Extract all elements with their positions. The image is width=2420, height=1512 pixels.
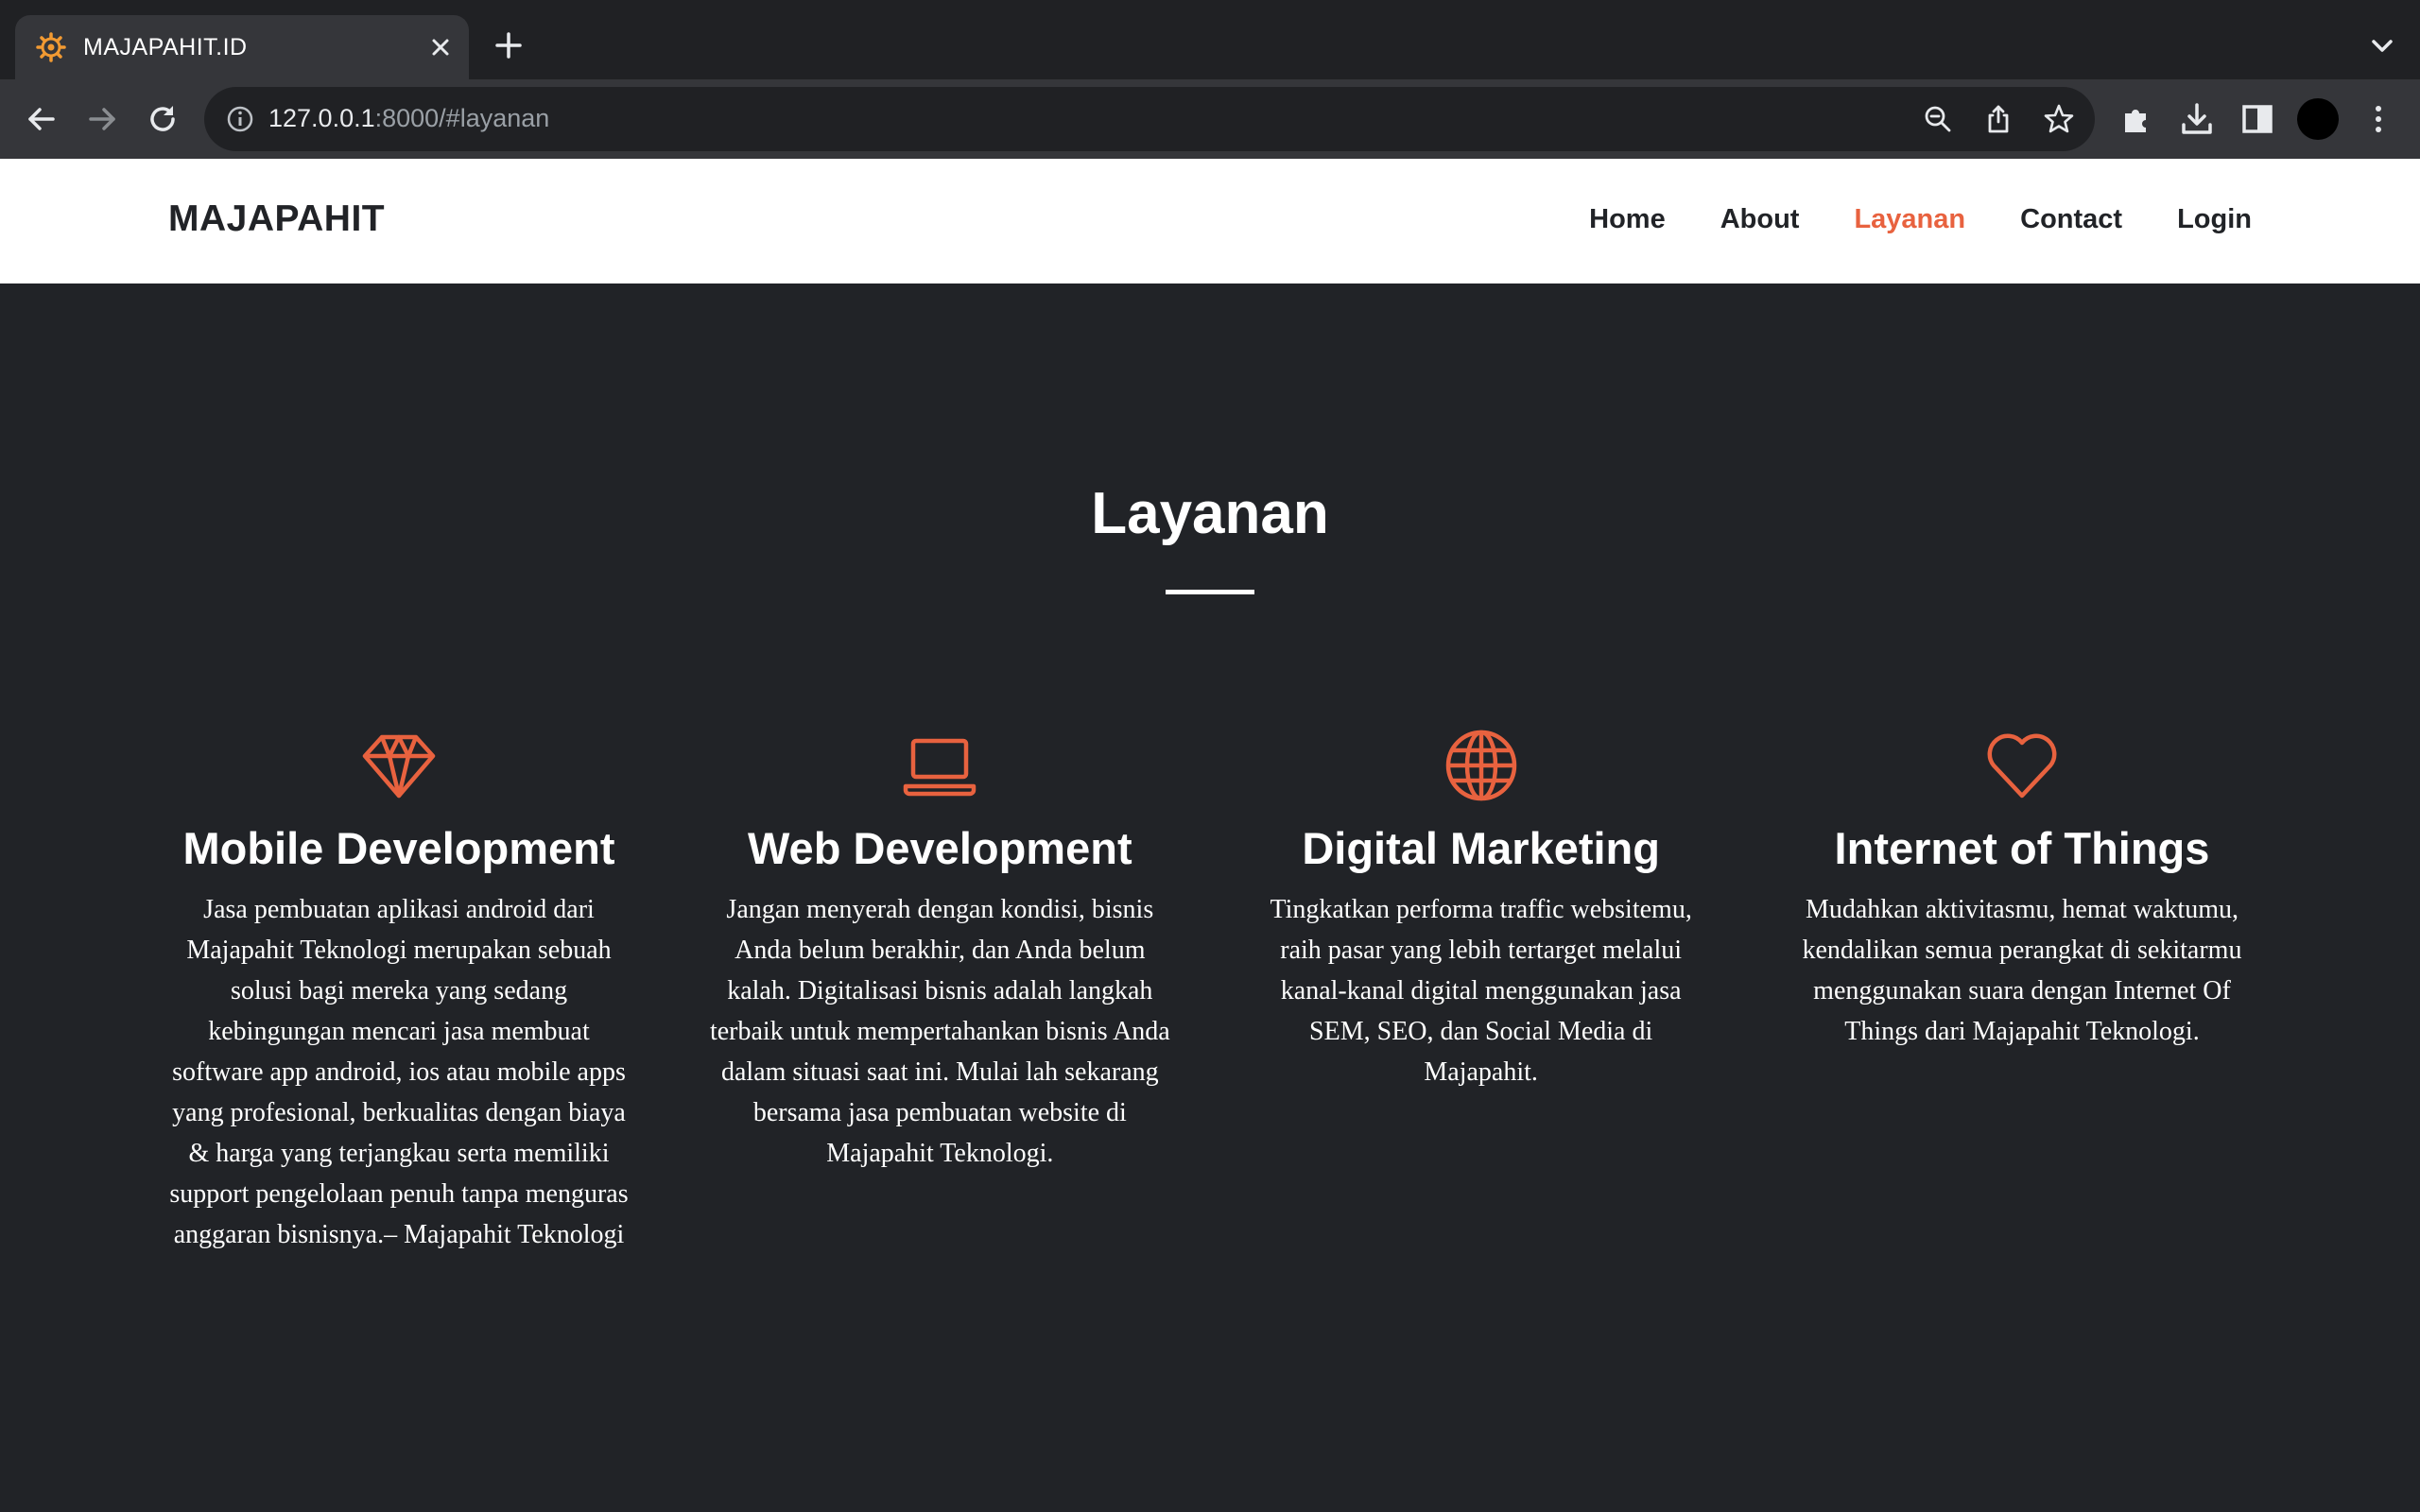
url-path: :8000/#layanan (374, 104, 550, 132)
site-brand-logo[interactable]: MAJAPAHIT (168, 198, 385, 240)
more-menu-icon[interactable] (2358, 98, 2399, 140)
url-host: 127.0.0.1 (268, 104, 375, 132)
extensions-puzzle-icon[interactable] (2116, 98, 2157, 140)
diamond-icon (362, 734, 436, 799)
site-header: MAJAPAHIT Home About Layanan Contact Log… (0, 159, 2420, 284)
heart-icon (1987, 733, 2057, 799)
service-cards: Mobile Development Jasa pembuatan aplika… (168, 728, 2253, 1255)
nav-about[interactable]: About (1720, 204, 1800, 235)
profile-avatar[interactable] (2297, 98, 2339, 140)
bookmark-star-icon[interactable] (2042, 102, 2076, 136)
tab-title: MAJAPAHIT.ID (83, 34, 248, 60)
tab-search-chevron-down-icon[interactable] (2365, 28, 2399, 62)
service-description: Jasa pembuatan aplikasi android dari Maj… (169, 895, 629, 1249)
service-card-mobile: Mobile Development Jasa pembuatan aplika… (168, 728, 630, 1255)
browser-tab-strip: MAJAPAHIT.ID (0, 0, 2420, 79)
close-tab-icon[interactable] (424, 30, 458, 64)
address-bar[interactable]: 127.0.0.1:8000/#layanan (204, 87, 2095, 151)
service-title: Digital Marketing (1302, 823, 1660, 873)
nav-login[interactable]: Login (2177, 204, 2252, 235)
forward-arrow-icon[interactable] (81, 98, 123, 140)
layanan-section: Layanan Mobile Development Jasa pembuata… (0, 284, 2420, 1512)
section-title: Layanan (1091, 481, 1329, 546)
laptop-icon (904, 738, 977, 797)
site-info-icon[interactable] (225, 104, 255, 134)
url-text: 127.0.0.1:8000/#layanan (268, 104, 549, 133)
service-description: Jangan menyerah dengan kondisi, bisnis A… (709, 895, 1170, 1168)
new-tab-plus-icon[interactable] (490, 26, 527, 64)
nav-home[interactable]: Home (1589, 204, 1666, 235)
reload-icon[interactable] (142, 98, 183, 140)
service-title: Mobile Development (182, 823, 615, 873)
main-nav: Home About Layanan Contact Login (1589, 204, 2252, 235)
service-title: Internet of Things (1834, 823, 2210, 873)
download-icon[interactable] (2176, 98, 2218, 140)
service-description: Mudahkan aktivitasmu, hemat waktumu, ken… (1802, 895, 2242, 1046)
browser-tab[interactable]: MAJAPAHIT.ID (15, 15, 469, 79)
service-description: Tingkatkan performa traffic websitemu, r… (1270, 895, 1692, 1087)
nav-layanan[interactable]: Layanan (1854, 204, 1965, 235)
gear-favicon-icon (36, 32, 66, 62)
title-divider (1166, 590, 1254, 594)
service-card-iot: Internet of Things Mudahkan aktivitasmu,… (1791, 728, 2253, 1255)
back-arrow-icon[interactable] (21, 98, 62, 140)
service-card-marketing: Digital Marketing Tingkatkan performa tr… (1251, 728, 1712, 1255)
zoom-out-icon[interactable] (1921, 102, 1955, 136)
side-panel-icon[interactable] (2237, 98, 2278, 140)
service-title: Web Development (748, 823, 1132, 873)
share-icon[interactable] (1981, 102, 2015, 136)
globe-icon (1445, 730, 1516, 801)
service-card-web: Web Development Jangan menyerah dengan k… (709, 728, 1170, 1255)
nav-contact[interactable]: Contact (2020, 204, 2122, 235)
browser-toolbar: 127.0.0.1:8000/#layanan (0, 79, 2420, 159)
